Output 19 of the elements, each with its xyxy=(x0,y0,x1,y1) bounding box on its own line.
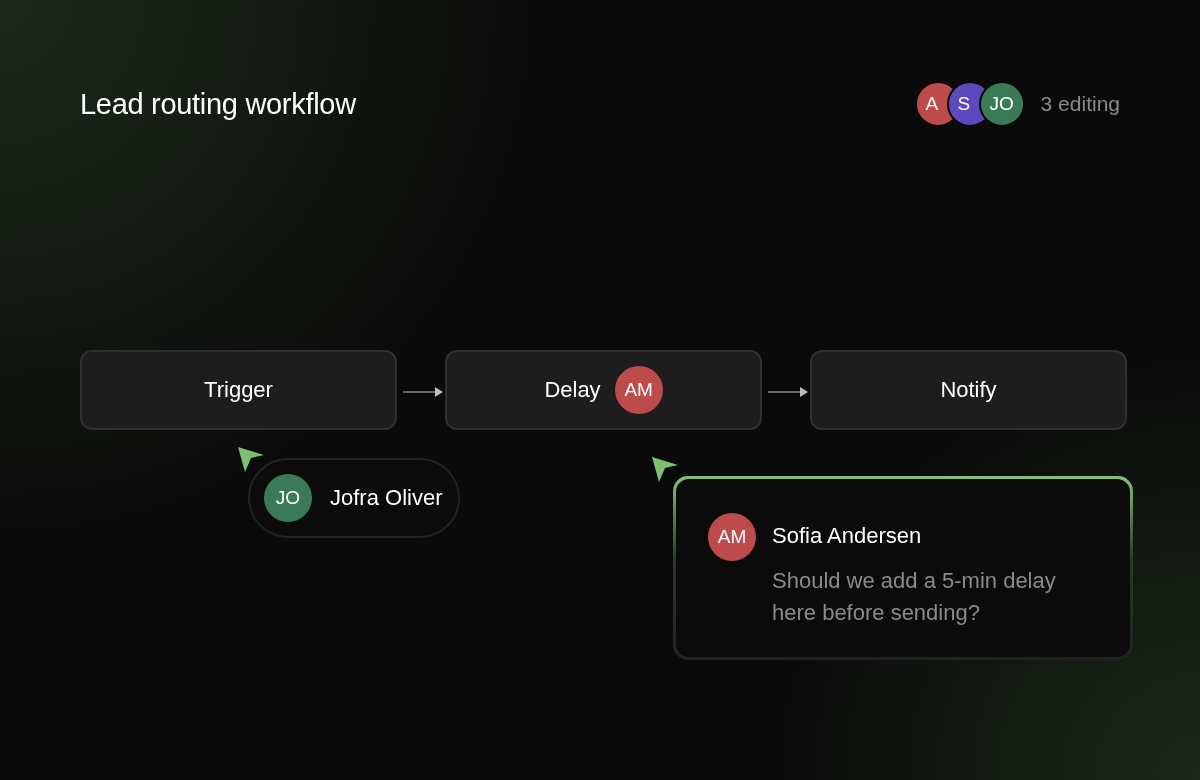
workflow-node[interactable]: Delay AM xyxy=(445,350,762,430)
workflow-title: Lead routing workflow xyxy=(80,87,356,121)
comment-text: Should we add a 5-min delay here before sending? xyxy=(772,567,1057,627)
connector-arrow xyxy=(403,386,443,398)
avatar: JO xyxy=(978,81,1025,127)
avatar: AM xyxy=(614,366,663,414)
node-label: Trigger xyxy=(204,377,273,403)
avatar: JO xyxy=(264,474,312,522)
node-label: Delay xyxy=(544,377,601,403)
workflow-node[interactable]: Notify xyxy=(810,350,1127,430)
cursor-icon xyxy=(651,456,679,484)
cursor-icon xyxy=(237,446,265,474)
node-label: Notify xyxy=(940,377,997,403)
workflow-node[interactable]: Trigger xyxy=(80,350,397,430)
author-name: Sofia Andersen xyxy=(772,523,923,549)
avatar: AM xyxy=(708,513,756,561)
user-name: Jofra Oliver xyxy=(330,485,443,511)
connector-arrow xyxy=(768,386,808,398)
editing-count: 3 editing xyxy=(1040,92,1120,116)
